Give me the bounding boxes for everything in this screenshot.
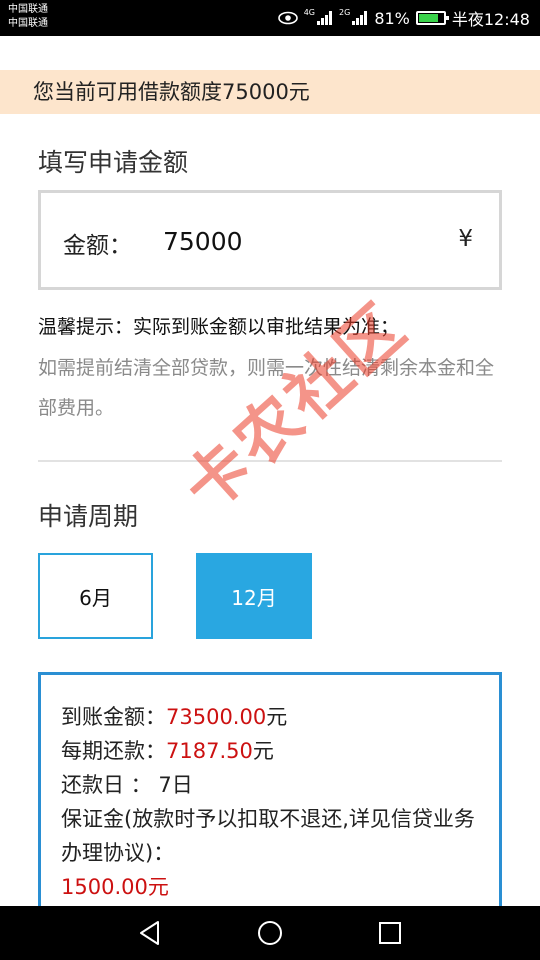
battery-percent: 81%	[374, 8, 410, 28]
arrival-amount-unit: 元	[266, 705, 288, 729]
loan-details-box: 到账金额：73500.00元 每期还款：7187.50元 还款日 ： 7日 保证…	[38, 672, 502, 912]
currency-symbol: ¥	[458, 226, 473, 252]
period-option-6-months[interactable]: 6月	[38, 553, 153, 639]
tip-note: 如需提前结清全部贷款，则需一次性结清剩余本金和全部费用。	[38, 357, 495, 419]
recent-apps-icon[interactable]	[375, 918, 405, 948]
status-bar: 中国联通 中国联通 4G 2G 81% 半夜12:48	[0, 0, 540, 36]
carrier-1: 中国联通	[8, 4, 48, 15]
quota-banner: 您当前可用借款额度75000元	[0, 70, 540, 114]
app-header	[0, 36, 540, 71]
amount-field-box[interactable]: 金额： ¥	[38, 190, 502, 290]
tip-title: 温馨提示：实际到账金额以审批结果为准；	[38, 316, 400, 338]
repay-day-value: 7日	[158, 773, 193, 797]
arrival-amount-label: 到账金额：	[61, 705, 166, 729]
battery-icon	[415, 11, 449, 25]
battery-fill	[418, 14, 438, 22]
eye-icon	[277, 11, 298, 25]
installment-row: 每期还款：7187.50元	[61, 734, 499, 768]
deposit-value: 1500.00元	[61, 875, 169, 899]
clock: 半夜12:48	[451, 10, 530, 29]
network-type-1: 4G	[303, 8, 316, 17]
apply-period-title: 申请周期	[38, 502, 139, 531]
amount-input[interactable]	[163, 219, 423, 263]
carrier-labels: 中国联通 中国联通	[8, 3, 48, 31]
screen: 中国联通 中国联通 4G 2G 81% 半夜12:48 您当前可用借款额度750…	[0, 0, 540, 960]
battery-tip	[445, 16, 449, 20]
arrival-amount-row: 到账金额：73500.00元	[61, 700, 499, 734]
installment-label: 每期还款：	[61, 739, 166, 763]
apply-amount-title: 填写申请金额	[38, 148, 189, 177]
network-type-2: 2G	[339, 8, 351, 17]
installment-value: 7187.50	[166, 739, 253, 763]
amount-label: 金额：	[63, 233, 132, 259]
signal-icon	[317, 11, 333, 25]
repay-day-row: 还款日 ： 7日	[61, 768, 499, 802]
arrival-amount-value: 73500.00	[166, 705, 267, 729]
system-nav-bar	[0, 906, 540, 960]
home-icon[interactable]	[255, 918, 285, 948]
installment-unit: 元	[252, 739, 274, 763]
divider	[38, 460, 502, 462]
back-icon[interactable]	[135, 918, 165, 948]
status-indicators: 4G 2G 81% 半夜12:48	[277, 0, 530, 36]
period-option-12-months[interactable]: 12月	[196, 553, 312, 639]
carrier-2: 中国联通	[8, 18, 48, 29]
repay-day-label: 还款日 ：	[61, 773, 152, 797]
deposit-label: 保证金(放款时予以扣取不退还,详见信贷业务办理协议)：	[61, 807, 475, 865]
signal-icon-2	[352, 11, 368, 25]
